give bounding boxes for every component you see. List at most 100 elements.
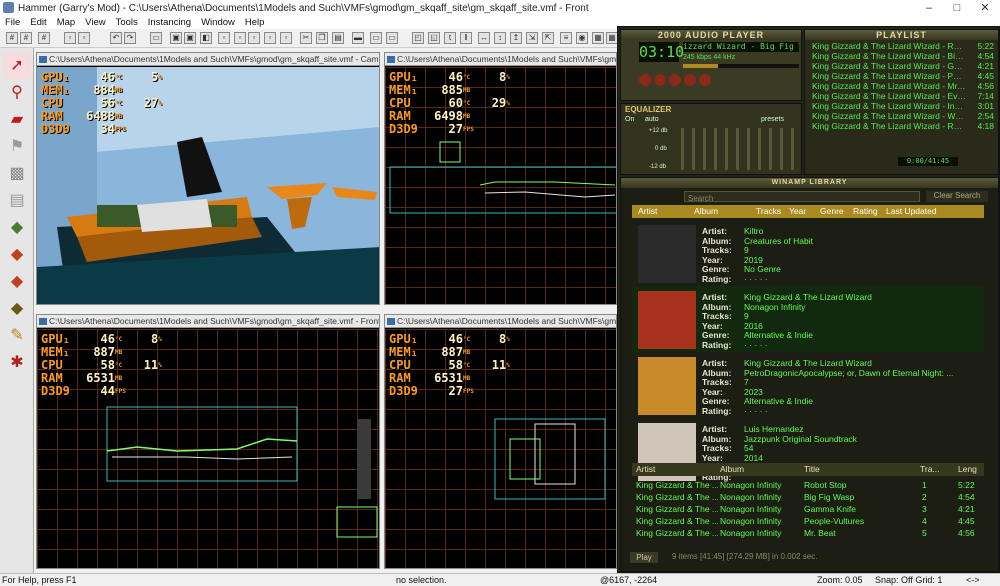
playlist-item[interactable]: King Gizzard & The Lizard Wizard - Wah..… xyxy=(810,111,996,121)
eq-presets-button[interactable]: presets xyxy=(761,116,784,123)
col-artist[interactable]: Artist xyxy=(636,463,655,476)
eq-on-button[interactable]: On xyxy=(625,116,634,123)
col-title[interactable]: Title xyxy=(804,463,820,476)
col-year[interactable]: Year xyxy=(789,205,806,218)
col-rating[interactable]: Rating xyxy=(853,205,878,218)
snap-icon[interactable]: ▫ xyxy=(78,32,90,44)
menu-edit[interactable]: Edit xyxy=(30,17,46,28)
playlist-item[interactable]: King Gizzard & The Lizard Wizard - Rob..… xyxy=(810,41,996,51)
track-row[interactable]: King Gizzard & The ... Nonagon Infinity Bi… xyxy=(632,491,984,503)
undo-icon[interactable]: ↶ xyxy=(110,32,122,44)
col-track[interactable]: Tra... xyxy=(920,463,940,476)
next-icon[interactable] xyxy=(699,74,711,86)
album-row[interactable]: Artist: King Gizzard & The Lizard Wizard A… xyxy=(632,286,984,352)
maximize-button[interactable]: □ xyxy=(943,0,971,16)
camera-icon[interactable]: ◰ xyxy=(412,32,424,44)
playlist-item[interactable]: King Gizzard & The Lizard Wizard - Gam..… xyxy=(810,61,996,71)
playlist-item[interactable]: King Gizzard & The Lizard Wizard - Big .… xyxy=(810,51,996,61)
clear-search-button[interactable]: Clear Search xyxy=(926,191,988,202)
menu-tools[interactable]: Tools xyxy=(116,17,138,28)
menu-instancing[interactable]: Instancing xyxy=(148,17,191,28)
col-artist[interactable]: Artist xyxy=(638,205,657,218)
texscale-icon[interactable]: ‖ xyxy=(460,32,472,44)
clip-tool-icon[interactable]: ◆ xyxy=(3,296,31,322)
previous-icon[interactable] xyxy=(639,74,651,86)
redo-icon[interactable]: ↷ xyxy=(124,32,136,44)
camera-tool-icon[interactable]: ▰ xyxy=(3,107,31,133)
track-row[interactable]: King Gizzard & The ... Nonagon Infinity Ga… xyxy=(632,503,984,515)
col-genre[interactable]: Genre xyxy=(820,205,844,218)
grid-icon[interactable]: # xyxy=(6,32,18,44)
select-icon[interactable]: ◧ xyxy=(200,32,212,44)
playlist-item[interactable]: King Gizzard & The Lizard Wizard - Peo..… xyxy=(810,71,996,81)
col-album[interactable]: Album xyxy=(720,463,744,476)
side-viewport[interactable]: C:\Users\Athena\Documents\1Models and Su… xyxy=(384,314,617,569)
flip-icon[interactable]: ↕ xyxy=(494,32,506,44)
apply-texture-icon[interactable]: ◆ xyxy=(3,215,31,241)
minimize-button[interactable]: – xyxy=(915,0,943,16)
flip-icon[interactable]: ↔ xyxy=(478,32,490,44)
ungroup-icon[interactable]: ▣ xyxy=(184,32,196,44)
playlist-item[interactable]: King Gizzard & The Lizard Wizard - Evil … xyxy=(810,91,996,101)
paste-icon[interactable]: ▤ xyxy=(332,32,344,44)
carve-icon[interactable]: ▭ xyxy=(150,32,162,44)
menu-file[interactable]: File xyxy=(5,17,20,28)
track-row[interactable]: King Gizzard & The ... Nonagon Infinity Pe… xyxy=(632,515,984,527)
align-icon[interactable]: ⇲ xyxy=(526,32,538,44)
menu-view[interactable]: View xyxy=(85,17,105,28)
track-row[interactable]: King Gizzard & The ... Nonagon Infinity Mr… xyxy=(632,527,984,539)
pause-icon[interactable] xyxy=(669,74,681,86)
group-icon[interactable]: ▣ xyxy=(170,32,182,44)
entity-tool-icon[interactable]: ⚑ xyxy=(3,134,31,160)
menu-help[interactable]: Help xyxy=(245,17,265,28)
playlist-item[interactable]: King Gizzard & The Lizard Wizard - Mr. B… xyxy=(810,81,996,91)
align-icon[interactable]: ⇱ xyxy=(542,32,554,44)
selection-tool-icon[interactable]: ➚ xyxy=(3,53,31,79)
seek-bar[interactable] xyxy=(683,64,799,68)
playlist-item[interactable]: King Gizzard & The Lizard Wizard - Invis… xyxy=(810,101,996,111)
playlist-item[interactable]: King Gizzard & The Lizard Wizard - Roa..… xyxy=(810,121,996,131)
camera-viewport[interactable]: C:\Users\Athena\Documents\1Models and Su… xyxy=(36,52,380,305)
col-tracks[interactable]: Tracks xyxy=(756,205,781,218)
flip-icon[interactable]: ↥ xyxy=(510,32,522,44)
path-tool-icon[interactable]: ✱ xyxy=(3,350,31,376)
album-row[interactable]: Artist: Kiltro Album: Creatures of Habit Tra… xyxy=(632,220,984,286)
hide-icon[interactable]: ▫ xyxy=(234,32,246,44)
mask-icon[interactable]: ▭ xyxy=(386,32,398,44)
album-row[interactable]: Artist: King Gizzard & The Lizard Wizard A… xyxy=(632,352,984,418)
play-icon[interactable] xyxy=(654,74,666,86)
front-viewport[interactable]: C:\Users\Athena\Documents\1Models and Su… xyxy=(36,314,380,569)
eq-auto-button[interactable]: auto xyxy=(645,116,659,123)
mask-icon[interactable]: ▬ xyxy=(352,32,364,44)
close-button[interactable]: ✕ xyxy=(971,0,999,16)
snap-icon[interactable]: ▫ xyxy=(64,32,76,44)
magnify-tool-icon[interactable]: ⚲ xyxy=(3,80,31,106)
block-tool-icon[interactable]: ▩ xyxy=(3,161,31,187)
compile-icon[interactable]: ◉ xyxy=(576,32,588,44)
menu-map[interactable]: Map xyxy=(57,17,75,28)
hide-icon[interactable]: ▫ xyxy=(248,32,260,44)
search-input[interactable]: Search xyxy=(684,191,920,203)
camera-icon[interactable]: ◱ xyxy=(428,32,440,44)
col-length[interactable]: Leng xyxy=(958,463,977,476)
vertex-tool-icon[interactable]: ✎ xyxy=(3,323,31,349)
grid-icon[interactable]: # xyxy=(38,32,50,44)
decal-tool-icon[interactable]: ◆ xyxy=(3,242,31,268)
top-viewport[interactable]: C:\Users\Athena\Documents\1Models and Su… xyxy=(384,52,617,305)
col-album[interactable]: Album xyxy=(694,205,718,218)
grid-icon[interactable]: # xyxy=(20,32,32,44)
cut-icon[interactable]: ✂ xyxy=(300,32,312,44)
stop-icon[interactable] xyxy=(684,74,696,86)
overlay-tool-icon[interactable]: ◆ xyxy=(3,269,31,295)
texture-icon[interactable]: ▫ xyxy=(280,32,292,44)
align-icon[interactable]: ≡ xyxy=(560,32,572,44)
hide-icon[interactable]: ▫ xyxy=(218,32,230,44)
texlock-icon[interactable]: t xyxy=(444,32,456,44)
copy-icon[interactable]: ❐ xyxy=(316,32,328,44)
compile-icon[interactable]: ▦ xyxy=(592,32,604,44)
texture-tool-icon[interactable]: ▤ xyxy=(3,188,31,214)
play-button[interactable]: Play xyxy=(630,552,658,563)
mask-icon[interactable]: ▭ xyxy=(370,32,382,44)
eq-sliders[interactable] xyxy=(681,128,799,170)
col-last-updated[interactable]: Last Updated xyxy=(886,205,937,218)
